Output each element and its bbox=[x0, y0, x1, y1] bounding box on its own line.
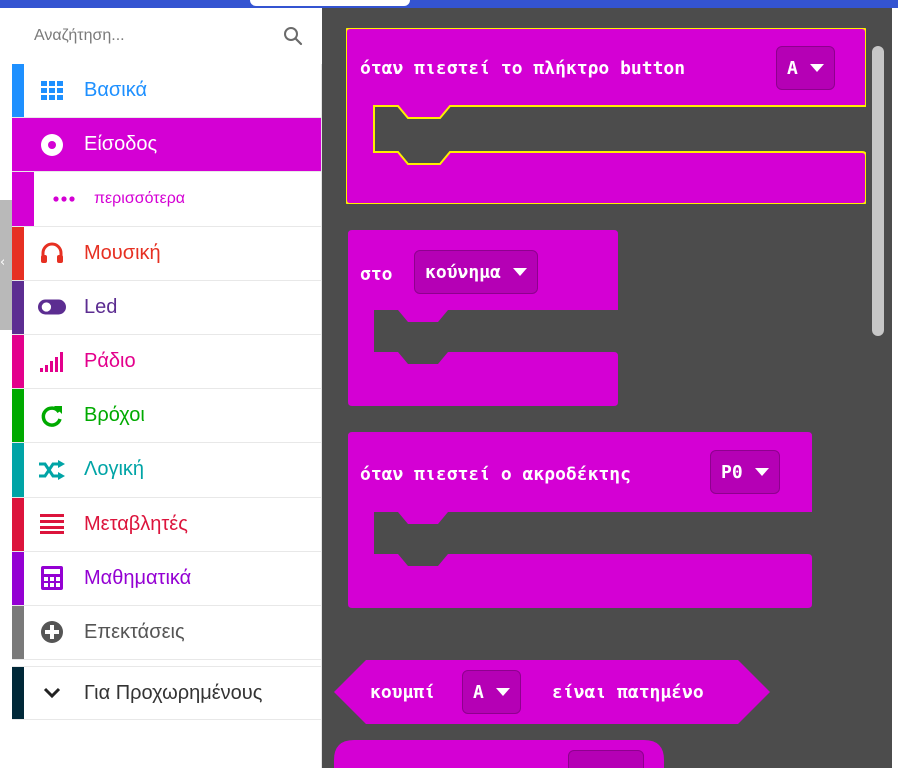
dropdown-arrow-icon bbox=[495, 688, 510, 696]
button-dropdown[interactable]: A bbox=[462, 670, 521, 714]
advanced-toggle[interactable]: Για Προχωρημένους bbox=[12, 666, 321, 721]
category-input[interactable]: Είσοδος bbox=[12, 118, 321, 173]
block-label-after: είναι πατημένο bbox=[552, 682, 704, 703]
category-logic[interactable]: Λογική bbox=[12, 443, 321, 498]
partial-block[interactable] bbox=[334, 740, 664, 768]
category-math[interactable]: Μαθηματικά bbox=[12, 551, 321, 606]
category-basic[interactable]: Βασικά bbox=[12, 64, 321, 119]
more-dots-icon bbox=[50, 186, 78, 212]
category-color-bar bbox=[12, 172, 34, 226]
category-color-bar bbox=[12, 280, 24, 334]
block-label: όταν πιεστεί το πλήκτρο button bbox=[360, 58, 686, 79]
collapse-toolbox-handle[interactable]: ‹ bbox=[0, 200, 12, 330]
on-button-pressed-block[interactable]: όταν πιεστεί το πλήκτρο button A bbox=[346, 28, 866, 204]
category-label: Μαθηματικά bbox=[84, 566, 192, 589]
shuffle-icon bbox=[38, 457, 66, 483]
target-icon bbox=[38, 132, 66, 158]
category-input-more[interactable]: περισσότερα bbox=[12, 172, 321, 227]
top-bar-tab bbox=[250, 0, 410, 6]
category-label: Βρόχοι bbox=[84, 404, 145, 427]
advanced-label: Για Προχωρημένους bbox=[84, 681, 263, 704]
category-color-bar bbox=[12, 443, 24, 497]
top-bar bbox=[0, 0, 898, 8]
category-color-bar bbox=[12, 667, 24, 720]
category-label: Επεκτάσεις bbox=[84, 620, 185, 643]
on-pin-pressed-block[interactable]: όταν πιεστεί ο ακροδέκτης P0 bbox=[348, 432, 812, 608]
category-color-bar bbox=[12, 551, 24, 605]
category-label: Λογική bbox=[84, 458, 145, 481]
dropdown-value: P0 bbox=[721, 461, 743, 483]
toolbox: Βασικά Είσοδος περισσότερα Μουσική Led bbox=[12, 8, 322, 768]
category-extensions[interactable]: Επεκτάσεις bbox=[12, 605, 321, 661]
button-is-pressed-block[interactable]: κουμπί A είναι πατημένο bbox=[334, 660, 770, 724]
gesture-dropdown[interactable]: κούνημα bbox=[414, 250, 538, 294]
dropdown-value: A bbox=[473, 681, 484, 703]
signal-bars-icon bbox=[38, 349, 66, 375]
block-label-before: κουμπί bbox=[370, 682, 436, 703]
category-label: Led bbox=[84, 295, 118, 318]
search-icon[interactable] bbox=[283, 26, 303, 46]
calculator-icon bbox=[38, 565, 66, 591]
dropdown-value: κούνημα bbox=[425, 261, 501, 283]
pin-dropdown[interactable]: P0 bbox=[710, 450, 780, 494]
category-label: Ράδιο bbox=[84, 350, 136, 373]
category-led[interactable]: Led bbox=[12, 280, 321, 335]
dropdown-arrow-icon bbox=[809, 64, 824, 72]
category-loops[interactable]: Βρόχοι bbox=[12, 389, 321, 444]
right-edge bbox=[892, 8, 898, 768]
partial-dropdown[interactable] bbox=[568, 750, 644, 768]
grid-icon bbox=[38, 78, 66, 104]
category-label: Βασικά bbox=[84, 79, 148, 102]
headphones-icon bbox=[38, 240, 66, 266]
workspace-scrollbar[interactable] bbox=[872, 46, 884, 336]
on-gesture-block[interactable]: στο κούνημα bbox=[348, 230, 618, 406]
category-color-bar bbox=[12, 389, 24, 443]
refresh-icon bbox=[38, 403, 66, 429]
toggle-icon bbox=[38, 294, 66, 320]
blocks-flyout: όταν πιεστεί το πλήκτρο button A στο κού… bbox=[322, 8, 892, 768]
category-color-bar bbox=[12, 64, 24, 118]
lines-icon bbox=[38, 511, 66, 537]
dropdown-value: A bbox=[787, 57, 798, 79]
dropdown-arrow-icon bbox=[754, 468, 769, 476]
category-color-bar bbox=[12, 605, 24, 660]
button-dropdown[interactable]: A bbox=[776, 46, 835, 90]
category-label: Είσοδος bbox=[84, 133, 158, 156]
chevron-down-icon bbox=[38, 680, 66, 706]
category-label: περισσότερα bbox=[94, 189, 186, 207]
search-box bbox=[12, 8, 322, 64]
category-label: Μεταβλητές bbox=[84, 512, 188, 535]
dropdown-arrow-icon bbox=[512, 268, 527, 276]
search-input[interactable] bbox=[12, 8, 322, 64]
plus-circle-icon bbox=[38, 619, 66, 645]
category-label: Μουσική bbox=[84, 241, 161, 264]
category-color-bar bbox=[12, 226, 24, 280]
category-music[interactable]: Μουσική bbox=[12, 226, 321, 281]
collapse-arrow-icon: ‹ bbox=[0, 255, 6, 270]
category-color-bar bbox=[12, 334, 24, 389]
category-color-bar bbox=[12, 118, 24, 172]
block-label: όταν πιεστεί ο ακροδέκτης bbox=[360, 464, 631, 485]
category-radio[interactable]: Ράδιο bbox=[12, 334, 321, 390]
category-variables[interactable]: Μεταβλητές bbox=[12, 497, 321, 552]
block-label: στο bbox=[360, 264, 393, 285]
category-color-bar bbox=[12, 497, 24, 551]
